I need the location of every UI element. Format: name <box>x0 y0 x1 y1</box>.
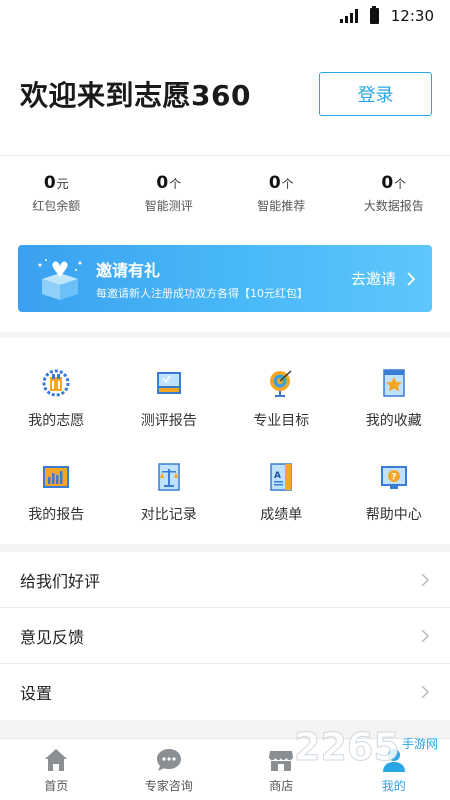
stat-value: 0 <box>381 173 394 193</box>
stat-unit: 个 <box>394 177 407 191</box>
stat-red-packet[interactable]: 0元 红包余额 <box>0 156 113 231</box>
user-icon <box>382 748 405 772</box>
list-item-feedback[interactable]: 意见反馈 <box>0 608 450 664</box>
stat-value: 0 <box>43 173 56 193</box>
grid-item-favorites[interactable]: 我的收藏 <box>338 356 450 440</box>
list-item-label: 意见反馈 <box>20 627 85 647</box>
stat-smart-assessment[interactable]: 0个 智能测评 <box>113 156 226 231</box>
status-bar: 12:30 <box>0 0 450 32</box>
major-target-icon <box>270 370 292 397</box>
profile-header: 欢迎来到志愿360 登录 <box>0 32 450 155</box>
grid-item-help-center[interactable]: ? 帮助中心 <box>338 450 450 534</box>
help-center-icon: ? <box>380 466 407 489</box>
grid-item-transcript[interactable]: A 成绩单 <box>225 450 338 534</box>
chevron-right-icon <box>421 628 430 643</box>
my-report-icon <box>43 466 70 488</box>
grid-item-label: 测评报告 <box>140 413 197 429</box>
invite-link[interactable]: 去邀请 <box>351 268 416 289</box>
stat-label: 智能推荐 <box>257 199 306 213</box>
stat-label: 智能测评 <box>144 199 193 213</box>
stats-bar: 0元 红包余额 0个 智能测评 0个 智能推荐 0个 大数据报告 <box>0 155 450 231</box>
stat-unit: 个 <box>281 177 294 191</box>
tab-label: 专家咨询 <box>144 778 193 793</box>
my-volunteer-icon <box>42 369 70 397</box>
home-icon <box>45 748 68 771</box>
banner-subtitle: 每邀请新人注册成功双方各得【10元红包】 <box>96 286 308 300</box>
grid-item-my-volunteer[interactable]: 我的志愿 <box>0 356 113 440</box>
svg-text:?: ? <box>391 473 396 483</box>
grid-item-label: 我的报告 <box>28 507 85 523</box>
compare-record-icon <box>158 463 180 491</box>
list-item-label: 设置 <box>20 684 53 703</box>
bottom-tab-bar: 首页 专家咨询 商店 我的 <box>0 738 450 800</box>
grid-item-label: 成绩单 <box>260 507 303 523</box>
tab-label: 首页 <box>44 778 69 793</box>
stat-label: 大数据报告 <box>363 199 424 213</box>
grid-item-label: 我的收藏 <box>365 413 422 429</box>
signal-icon <box>339 9 358 23</box>
stat-smart-recommend[interactable]: 0个 智能推荐 <box>225 156 338 231</box>
stat-label: 红包余额 <box>32 199 81 213</box>
tab-expert-consult[interactable]: 专家咨询 <box>113 739 226 800</box>
chevron-right-icon <box>421 572 430 587</box>
stat-unit: 个 <box>169 177 182 191</box>
svg-text:A: A <box>274 471 281 481</box>
list-item-rate-us[interactable]: 给我们好评 <box>0 552 450 608</box>
grid-item-label: 专业目标 <box>253 413 310 429</box>
stat-value: 0 <box>268 173 281 193</box>
transcript-icon: A <box>270 463 292 491</box>
login-button[interactable]: 登录 <box>319 71 432 116</box>
welcome-title: 欢迎来到志愿360 <box>20 78 251 112</box>
gift-box-icon <box>38 258 82 300</box>
grid-item-label: 对比记录 <box>140 507 197 523</box>
feature-grid: 我的志愿 测评报告 专业目标 我的收藏 我的报告 对比记录 A 成绩单 ? 帮助… <box>0 338 450 544</box>
stat-big-data-report[interactable]: 0个 大数据报告 <box>338 156 450 231</box>
tab-label: 我的 <box>381 778 406 793</box>
grid-item-label: 帮助中心 <box>365 507 422 523</box>
invite-label: 去邀请 <box>350 270 396 288</box>
chevron-right-icon <box>421 685 430 699</box>
status-time: 12:30 <box>390 7 434 25</box>
grid-item-assessment-report[interactable]: 测评报告 <box>113 356 226 440</box>
stat-unit: 元 <box>56 177 69 191</box>
assessment-report-icon <box>156 372 181 394</box>
list-item-settings[interactable]: 设置 <box>0 664 450 720</box>
favorites-icon <box>383 369 405 397</box>
stat-value: 0 <box>156 173 169 193</box>
grid-item-my-report[interactable]: 我的报告 <box>0 450 113 534</box>
chat-icon <box>156 748 181 771</box>
grid-item-major-target[interactable]: 专业目标 <box>225 356 338 440</box>
grid-item-label: 我的志愿 <box>28 413 85 429</box>
tab-label: 商店 <box>269 778 294 793</box>
tab-home[interactable]: 首页 <box>0 739 113 800</box>
list-item-label: 给我们好评 <box>20 571 101 591</box>
battery-icon <box>369 6 379 24</box>
invite-banner[interactable]: 邀请有礼 每邀请新人注册成功双方各得【10元红包】 去邀请 <box>18 245 432 312</box>
chevron-right-icon <box>407 271 416 286</box>
tab-store[interactable]: 商店 <box>225 739 338 800</box>
grid-item-compare-record[interactable]: 对比记录 <box>113 450 226 534</box>
banner-title: 邀请有礼 <box>96 260 161 280</box>
tab-mine[interactable]: 我的 <box>338 739 450 800</box>
store-icon <box>269 750 294 771</box>
settings-list: 给我们好评 意见反馈 设置 <box>0 552 450 720</box>
